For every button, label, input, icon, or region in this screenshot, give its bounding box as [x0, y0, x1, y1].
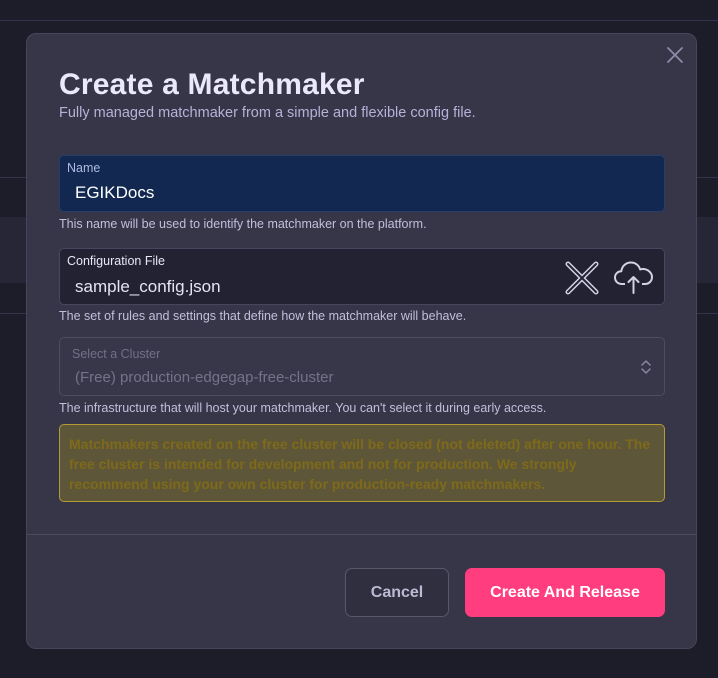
modal-title: Create a Matchmaker: [59, 68, 365, 101]
create-and-release-button[interactable]: Create And Release: [465, 568, 665, 617]
cloud-upload-icon: [614, 261, 653, 294]
config-file-name: sample_config.json: [75, 277, 221, 296]
config-file-helper: The set of rules and settings that defin…: [59, 309, 467, 323]
cluster-select: Select a Cluster (Free) production-edgeg…: [59, 337, 665, 396]
name-field[interactable]: Name EGIKDocs: [59, 155, 665, 212]
background-divider: [0, 20, 718, 21]
x-icon: [565, 261, 599, 295]
cluster-select-label: Select a Cluster: [72, 347, 161, 361]
config-file-label: Configuration File: [67, 254, 165, 268]
chevron-up-down-icon: [641, 360, 651, 374]
name-field-label: Name: [67, 161, 101, 175]
modal-subtitle: Fully managed matchmaker from a simple a…: [59, 105, 476, 121]
close-icon: [667, 47, 683, 63]
free-cluster-warning: Matchmakers created on the free cluster …: [59, 424, 665, 502]
clear-file-button[interactable]: [565, 261, 599, 295]
config-file-field[interactable]: Configuration File sample_config.json: [59, 248, 665, 305]
create-matchmaker-modal: Create a Matchmaker Fully managed matchm…: [26, 33, 697, 649]
cluster-select-helper: The infrastructure that will host your m…: [59, 401, 547, 415]
name-field-helper: This name will be used to identify the m…: [59, 217, 427, 231]
cancel-button[interactable]: Cancel: [345, 568, 449, 617]
cluster-select-value: (Free) production-edgegap-free-cluster: [75, 369, 334, 386]
close-button[interactable]: [664, 44, 686, 66]
name-input[interactable]: EGIKDocs: [75, 183, 154, 203]
upload-file-button[interactable]: [613, 255, 655, 297]
